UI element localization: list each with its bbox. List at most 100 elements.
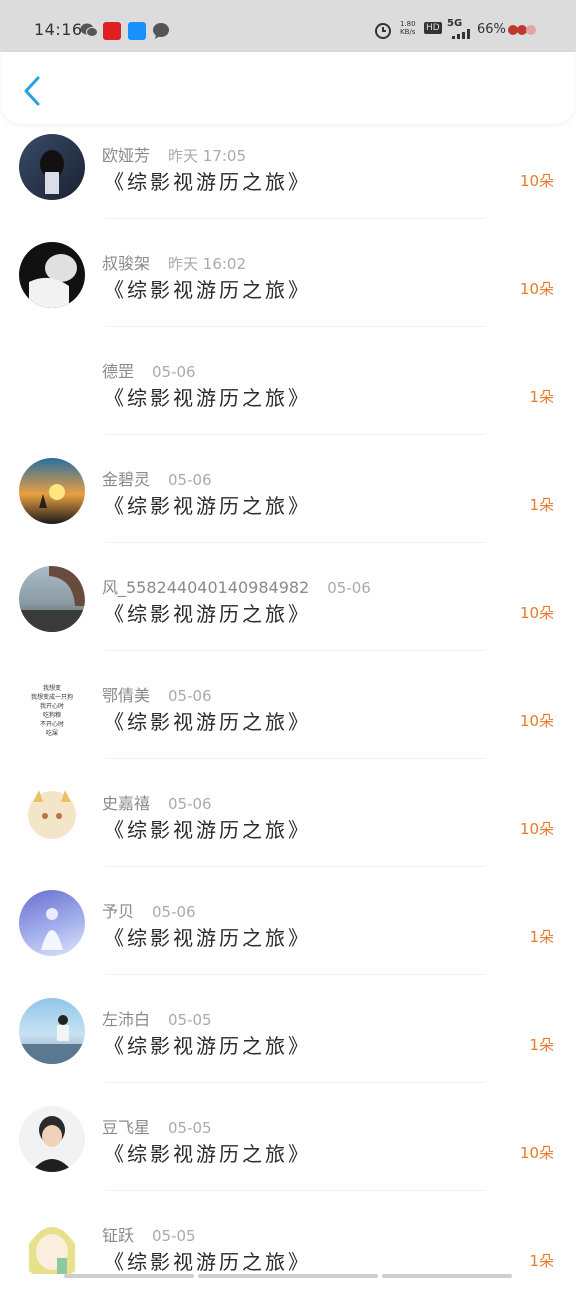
gift-date: 05-05 [168, 1011, 212, 1029]
flower-count: 1朵 [529, 928, 554, 946]
flower-count: 10朵 [519, 712, 554, 730]
avatar-text: 不开心时 [39, 721, 64, 728]
avatar [19, 350, 85, 416]
user-name: 鄂倩美 [102, 686, 151, 705]
scroll-indicator [382, 1274, 512, 1278]
wechat-icon [80, 22, 98, 38]
gift-date: 05-06 [168, 795, 212, 813]
list-item[interactable]: 史嘉禧 05-06 《综影视游历之旅》 10朵 [0, 774, 576, 882]
app-red-icon [103, 22, 121, 40]
divider [105, 434, 485, 435]
scroll-indicator [198, 1274, 378, 1278]
divider [105, 218, 485, 219]
user-name: 欧娅芳 [102, 146, 151, 165]
avatar [19, 566, 85, 632]
divider [105, 542, 485, 543]
user-name: 豆飞星 [102, 1118, 151, 1137]
book-title: 《综影视游历之旅》 [104, 278, 311, 302]
book-title: 《综影视游历之旅》 [104, 1034, 311, 1058]
user-name: 钲跃 [102, 1226, 135, 1245]
list-item[interactable]: 金碧灵 05-06 《综影视游历之旅》 1朵 [0, 450, 576, 558]
flower-count: 1朵 [529, 388, 554, 406]
avatar [19, 134, 85, 200]
gift-date: 05-06 [168, 687, 212, 705]
battery-text: 66% [477, 22, 506, 37]
book-title: 《综影视游历之旅》 [104, 1142, 311, 1166]
list-item[interactable]: 叔骏架 昨天 16:02 《综影视游历之旅》 10朵 [0, 234, 576, 342]
status-time: 14:16 [34, 20, 83, 39]
divider [105, 758, 485, 759]
gift-date: 05-05 [168, 1119, 212, 1137]
divider [105, 1082, 485, 1083]
book-title: 《综影视游历之旅》 [104, 710, 311, 734]
avatar [19, 242, 85, 308]
book-title: 《综影视游历之旅》 [104, 170, 311, 194]
chevron-left-icon [24, 76, 40, 106]
message-icon [152, 22, 170, 40]
divider [105, 326, 485, 327]
avatar [19, 1214, 85, 1280]
user-name: 叔骏架 [102, 254, 151, 273]
status-bar: 14:16 1.80 KB/s HD 5G 66% [0, 0, 576, 52]
user-name: 史嘉禧 [102, 794, 151, 813]
flower-count: 10朵 [519, 280, 554, 298]
list-item[interactable]: 豆飞星 05-05 《综影视游历之旅》 10朵 [0, 1098, 576, 1206]
list-item[interactable]: 欧娅芳 昨天 17:05 《综影视游历之旅》 10朵 [0, 126, 576, 234]
battery-icon [508, 24, 540, 40]
gift-date: 05-06 [152, 903, 196, 921]
alarm-icon [374, 21, 392, 43]
divider [105, 650, 485, 651]
flower-count: 10朵 [519, 1144, 554, 1162]
flower-count: 10朵 [519, 604, 554, 622]
list-item[interactable]: 左沛白 05-05 《综影视游历之旅》 1朵 [0, 990, 576, 1098]
book-title: 《综影视游历之旅》 [104, 926, 311, 950]
divider [105, 974, 485, 975]
flower-count: 10朵 [519, 820, 554, 838]
divider [105, 1190, 485, 1191]
flower-count: 10朵 [519, 172, 554, 190]
book-title: 《综影视游历之旅》 [104, 494, 311, 518]
book-title: 《综影视游历之旅》 [104, 818, 311, 842]
avatar-text: 我想变 [42, 685, 61, 692]
hd-badge: HD [424, 22, 442, 34]
avatar [19, 458, 85, 524]
book-title: 《综影视游历之旅》 [104, 602, 311, 626]
gift-date: 昨天 17:05 [168, 147, 247, 165]
avatar [19, 782, 85, 848]
list-item[interactable]: 钲跃 05-05 《综影视游历之旅》 1朵 [0, 1206, 576, 1314]
list-item[interactable]: 予贝 05-06 《综影视游历之旅》 1朵 [0, 882, 576, 990]
avatar [19, 890, 85, 956]
gift-date: 05-06 [152, 363, 196, 381]
gift-date: 05-06 [168, 471, 212, 489]
avatar-text: 我想变成一只狗 [30, 694, 73, 701]
list-item[interactable]: 我想变 我想变成一只狗 我开心时 吃狗粮 不开心时 吃屎 鄂倩美 05-06 《综… [0, 666, 576, 774]
avatar [19, 998, 85, 1064]
signal-icon [452, 28, 472, 43]
user-name: 德罡 [102, 362, 135, 381]
gift-date: 昨天 16:02 [168, 255, 247, 273]
user-name: 风_558244040140984982 [102, 578, 310, 597]
list-item[interactable]: 风_558244040140984982 05-06 《综影视游历之旅》 10朵 [0, 558, 576, 666]
gift-date: 05-05 [152, 1227, 196, 1245]
user-name: 金碧灵 [102, 470, 151, 489]
top-bar [2, 52, 574, 124]
flower-count: 1朵 [529, 1252, 554, 1270]
avatar-text: 我开心时 [39, 703, 64, 710]
avatar-text: 吃狗粮 [42, 712, 61, 719]
flower-count: 1朵 [529, 496, 554, 514]
user-name: 左沛白 [102, 1010, 151, 1029]
book-title: 《综影视游历之旅》 [104, 1250, 311, 1274]
avatar [19, 1106, 85, 1172]
back-button[interactable] [20, 74, 48, 108]
divider [105, 866, 485, 867]
avatar: 我想变 我想变成一只狗 我开心时 吃狗粮 不开心时 吃屎 [19, 674, 85, 740]
avatar-text: 吃屎 [45, 730, 58, 737]
scroll-indicator [64, 1274, 194, 1278]
list-item[interactable]: 德罡 05-06 《综影视游历之旅》 1朵 [0, 342, 576, 450]
gift-date: 05-06 [327, 579, 371, 597]
net-speed: 1.80 KB/s [400, 20, 416, 36]
book-title: 《综影视游历之旅》 [104, 386, 311, 410]
user-name: 予贝 [102, 902, 135, 921]
app-blue-icon [128, 22, 146, 40]
flower-count: 1朵 [529, 1036, 554, 1054]
